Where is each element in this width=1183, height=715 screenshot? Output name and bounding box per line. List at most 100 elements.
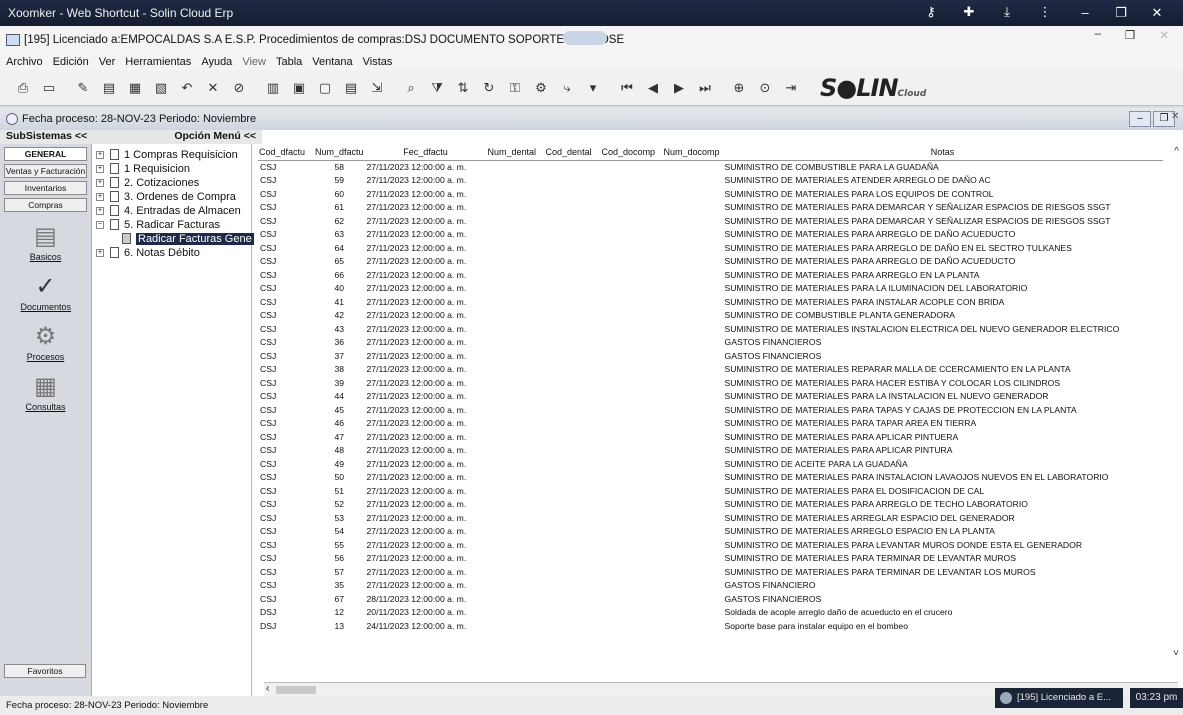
cell-cod-dental[interactable] <box>545 565 601 579</box>
cell-notas[interactable]: SUMINISTRO DE MATERIALES PARA EL DOSIFIC… <box>723 484 1163 498</box>
cell-num-dental[interactable] <box>487 417 545 431</box>
module-documentos[interactable]: ✓ Documentos <box>21 272 72 312</box>
cell-num-docomp[interactable] <box>663 390 723 404</box>
cell-num-dfactu[interactable]: 42 <box>314 309 365 323</box>
cell-notas[interactable]: SUMINISTRO DE MATERIALES PARA LA INSTALA… <box>723 390 1163 404</box>
table-row[interactable]: CSJ 67 28/11/2023 12:00:00 a. m. GASTOS FIN… <box>258 592 1163 606</box>
cell-fec-dfactu[interactable]: 27/11/2023 12:00:00 a. m. <box>365 471 487 485</box>
cell-num-dental[interactable] <box>487 174 545 188</box>
info-icon[interactable]: ⊙ <box>754 77 776 99</box>
tree-item[interactable]: +4. Entradas de Almacen <box>92 204 251 218</box>
cell-cod-dental[interactable] <box>545 403 601 417</box>
cell-num-dfactu[interactable]: 63 <box>314 228 365 242</box>
cell-num-docomp[interactable] <box>663 525 723 539</box>
col-notas[interactable]: Notas <box>722 144 1163 161</box>
cell-cod-dfactu[interactable]: CSJ <box>258 498 314 512</box>
cell-cod-dental[interactable] <box>545 606 601 620</box>
table-row[interactable]: CSJ 43 27/11/2023 12:00:00 a. m. SUMINISTRO… <box>258 322 1163 336</box>
table-row[interactable]: CSJ 42 27/11/2023 12:00:00 a. m. SUMINISTRO… <box>258 309 1163 323</box>
cell-num-dfactu[interactable]: 65 <box>314 255 365 269</box>
cell-cod-dfactu[interactable]: CSJ <box>258 228 314 242</box>
cell-fec-dfactu[interactable]: 27/11/2023 12:00:00 a. m. <box>365 201 487 215</box>
table-row[interactable]: CSJ 62 27/11/2023 12:00:00 a. m. SUMINISTRO… <box>258 214 1163 228</box>
cell-num-dfactu[interactable]: 51 <box>314 484 365 498</box>
edit-record-icon[interactable]: ▤ <box>98 77 120 99</box>
cell-num-dfactu[interactable]: 52 <box>314 498 365 512</box>
module-ventas-button[interactable]: Ventas y Facturación <box>4 164 87 178</box>
table-row[interactable]: CSJ 65 27/11/2023 12:00:00 a. m. SUMINISTRO… <box>258 255 1163 269</box>
cell-num-docomp[interactable] <box>663 349 723 363</box>
cell-cod-docomp[interactable] <box>601 552 663 566</box>
cell-cod-dental[interactable] <box>545 160 601 174</box>
cell-num-dfactu[interactable]: 43 <box>314 322 365 336</box>
cell-notas[interactable]: SUMINISTRO DE MATERIALES ARREGLAR ESPACI… <box>723 511 1163 525</box>
cell-num-dental[interactable] <box>487 376 545 390</box>
cell-num-dental[interactable] <box>487 268 545 282</box>
menu-edicion[interactable]: Edición <box>53 56 89 68</box>
scroll-down-icon[interactable]: ˅ <box>1173 648 1179 659</box>
cell-num-dental[interactable] <box>487 511 545 525</box>
cell-num-dental[interactable] <box>487 444 545 458</box>
table-row[interactable]: DSJ 13 24/11/2023 12:00:00 a. m. Soporte ba… <box>258 619 1163 633</box>
cell-num-dental[interactable] <box>487 322 545 336</box>
cell-num-dental[interactable] <box>487 214 545 228</box>
cell-num-dental[interactable] <box>487 457 545 471</box>
cell-cod-dfactu[interactable]: CSJ <box>258 592 314 606</box>
module-compras-button[interactable]: Compras <box>4 198 87 212</box>
cell-notas[interactable]: SUMINISTRO DE MATERIALES PARA TAPAR AREA… <box>723 417 1163 431</box>
first-record-icon[interactable]: ⏮ <box>616 77 638 99</box>
help-icon[interactable]: ⊕ <box>728 77 750 99</box>
extension-icon[interactable]: ✚ <box>961 4 977 20</box>
cell-fec-dfactu[interactable]: 27/11/2023 12:00:00 a. m. <box>365 498 487 512</box>
undo-icon[interactable]: ↶ <box>176 77 198 99</box>
cell-num-docomp[interactable] <box>663 336 723 350</box>
inner-close-button[interactable]: ✕ <box>1171 111 1183 122</box>
cell-num-docomp[interactable] <box>663 471 723 485</box>
cell-num-docomp[interactable] <box>663 538 723 552</box>
cell-cod-dfactu[interactable]: CSJ <box>258 538 314 552</box>
col-cod-dental[interactable]: Cod_dental <box>544 144 601 161</box>
cell-notas[interactable]: SUMINISTRO DE MATERIALES PARA DEMARCAR Y… <box>723 214 1163 228</box>
cell-num-docomp[interactable] <box>663 282 723 296</box>
menu-ver[interactable]: Ver <box>99 56 116 68</box>
cell-cod-dfactu[interactable]: CSJ <box>258 376 314 390</box>
cell-fec-dfactu[interactable]: 27/11/2023 12:00:00 a. m. <box>365 336 487 350</box>
cell-num-dfactu[interactable]: 48 <box>314 444 365 458</box>
cell-cod-dfactu[interactable]: CSJ <box>258 511 314 525</box>
cell-cod-dfactu[interactable]: CSJ <box>258 255 314 269</box>
tree-item[interactable]: +6. Notas Débito <box>92 246 251 260</box>
cell-fec-dfactu[interactable]: 27/11/2023 12:00:00 a. m. <box>365 241 487 255</box>
tree-item[interactable]: −5. Radicar Facturas <box>92 218 251 232</box>
subsistemas-toggle[interactable]: SubSistemas << <box>6 130 87 144</box>
cell-cod-docomp[interactable] <box>601 484 663 498</box>
cell-num-dfactu[interactable]: 12 <box>314 606 365 620</box>
cell-cod-dfactu[interactable]: CSJ <box>258 295 314 309</box>
tree-item[interactable]: +1 Compras Requisicion <box>92 148 251 162</box>
cell-num-docomp[interactable] <box>663 457 723 471</box>
cell-cod-dental[interactable] <box>545 241 601 255</box>
lock-icon[interactable]: ⚿ <box>504 77 526 99</box>
cell-fec-dfactu[interactable]: 27/11/2023 12:00:00 a. m. <box>365 403 487 417</box>
scroll-up-icon[interactable]: ^ <box>1174 146 1179 157</box>
tree-item[interactable]: +3. Ordenes de Compra <box>92 190 251 204</box>
cell-num-dfactu[interactable]: 67 <box>314 592 365 606</box>
cell-num-docomp[interactable] <box>663 228 723 242</box>
taskbar-item[interactable]: [195] Licenciado a E... <box>995 688 1123 708</box>
cell-num-dental[interactable] <box>487 295 545 309</box>
table-row[interactable]: CSJ 39 27/11/2023 12:00:00 a. m. SUMINISTRO… <box>258 376 1163 390</box>
table-row[interactable]: CSJ 46 27/11/2023 12:00:00 a. m. SUMINISTRO… <box>258 417 1163 431</box>
report-icon[interactable]: ▢ <box>314 77 336 99</box>
cell-cod-docomp[interactable] <box>601 403 663 417</box>
cell-notas[interactable]: SUMINISTRO DE MATERIALES ATENDER ARREGLO… <box>723 174 1163 188</box>
cell-fec-dfactu[interactable]: 27/11/2023 12:00:00 a. m. <box>365 349 487 363</box>
col-num-dental[interactable]: Num_dental <box>486 144 545 161</box>
table-row[interactable]: CSJ 44 27/11/2023 12:00:00 a. m. SUMINISTRO… <box>258 390 1163 404</box>
table-row[interactable]: CSJ 58 27/11/2023 12:00:00 a. m. SUMINISTRO… <box>258 160 1163 174</box>
table-row[interactable]: CSJ 60 27/11/2023 12:00:00 a. m. SUMINISTRO… <box>258 187 1163 201</box>
cell-num-dfactu[interactable]: 41 <box>314 295 365 309</box>
cell-cod-dfactu[interactable]: CSJ <box>258 525 314 539</box>
cell-cod-dental[interactable] <box>545 525 601 539</box>
cell-cod-docomp[interactable] <box>601 255 663 269</box>
cell-cod-docomp[interactable] <box>601 457 663 471</box>
cell-cod-dental[interactable] <box>545 201 601 215</box>
